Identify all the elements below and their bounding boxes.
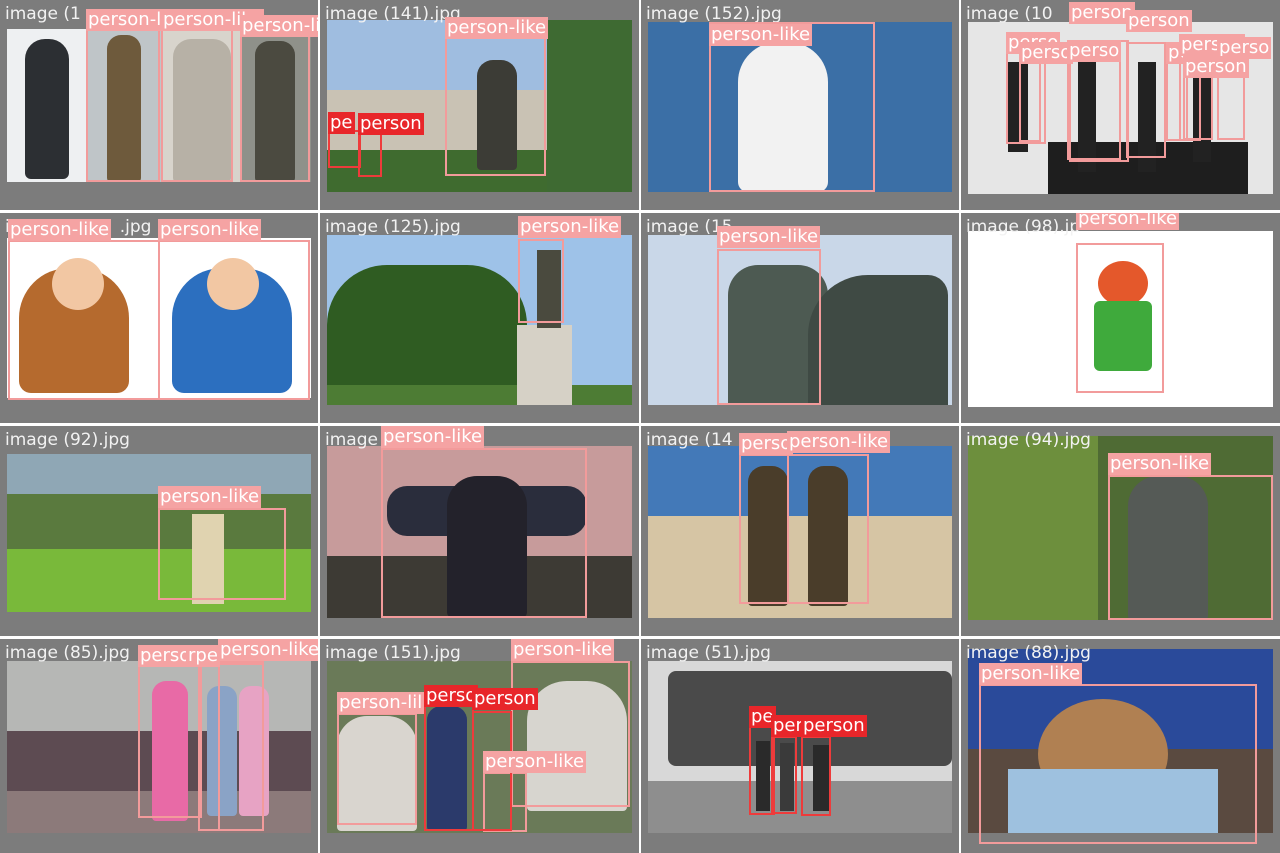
detection-label: person-like: [158, 486, 262, 508]
detection-label: person-like: [511, 639, 615, 661]
detection-box: [1076, 243, 1164, 393]
detection-label: person-like: [445, 17, 549, 39]
detection-box: [1067, 60, 1121, 160]
image-filename: image: [325, 430, 378, 450]
detection-label: person-like: [8, 219, 112, 241]
image-filename: image (88).jpg: [966, 643, 1091, 663]
detection-label: perso: [1067, 40, 1122, 62]
detection-label: person-like: [1076, 213, 1180, 230]
detection-box: [1019, 62, 1041, 142]
detection-box: [518, 239, 564, 323]
photo: [648, 661, 952, 833]
detection-label: person-like: [787, 431, 891, 453]
detection-label: person: [1183, 56, 1249, 78]
detection-label: perso: [739, 433, 794, 455]
detection-box: [445, 35, 546, 176]
detection-box: [86, 29, 160, 182]
image-filename: image (94).jpg: [966, 430, 1091, 450]
detection-label: person: [1126, 10, 1192, 32]
detection-box: [158, 240, 310, 400]
detection-box: [979, 684, 1257, 844]
image-filename: image (152).jpg: [646, 4, 782, 24]
detection-label: person-like: [483, 751, 587, 773]
detection-box: [787, 454, 869, 604]
detection-box: [424, 705, 474, 831]
detection-box: [138, 663, 202, 818]
detection-label: per: [771, 715, 805, 737]
detection-label: perso: [424, 685, 479, 707]
detection-label: person-like: [979, 663, 1083, 685]
detection-label: person-like: [158, 219, 262, 241]
detection-box: [337, 713, 417, 825]
detection-label: person-lil: [337, 692, 425, 714]
detection-label: person: [358, 113, 424, 135]
grid-cell-7: image (15 person-like: [641, 213, 959, 423]
detection-label: person-like: [381, 426, 485, 448]
detection-label: rpe: [186, 645, 220, 667]
detection-label: person-like: [240, 15, 318, 37]
detection-label: perso: [1019, 42, 1074, 64]
detection-box: [381, 448, 587, 618]
detection-box: [771, 736, 797, 814]
image-filename: image (14: [646, 430, 733, 450]
grid-cell-11: image (14 perso person-like: [641, 426, 959, 636]
detection-box: [801, 736, 831, 816]
detection-box: [328, 130, 361, 168]
grid-cell-9: image (92).jpg person-like: [0, 426, 318, 636]
image-filename: image (85).jpg: [5, 643, 130, 663]
grid-cell-16: image (88).jpg person-like: [961, 639, 1280, 853]
detection-box: [8, 240, 160, 400]
detection-box: [158, 508, 286, 600]
detection-label: person: [801, 715, 867, 737]
detection-box: [1126, 42, 1166, 158]
image-filename: image (51).jpg: [646, 643, 771, 663]
image-filename: image (92).jpg: [5, 430, 130, 450]
grid-cell-2: image (141).jpg person-like pe person: [320, 0, 639, 210]
image-filename: image (10: [966, 4, 1053, 24]
grid-cell-3: image (152).jpg person-like: [641, 0, 959, 210]
image-filename: image (1: [5, 4, 81, 24]
grid-cell-13: image (85).jpg perso rpe person-like: [0, 639, 318, 853]
grid-cell-1: image (1 person-like person-like person-…: [0, 0, 318, 210]
detection-label: perso: [138, 645, 193, 667]
detection-label: person-like: [709, 24, 813, 46]
detection-box: [511, 661, 630, 807]
detection-box: [240, 35, 310, 182]
detection-label: person: [472, 688, 538, 710]
grid-cell-4: image (10 perso perso person perso perso…: [961, 0, 1280, 210]
grid-cell-15: image (51).jpg pe per person: [641, 639, 959, 853]
detection-box: [709, 22, 875, 192]
image-filename: image (98).jp: [966, 217, 1081, 237]
grid-cell-8: image (98).jp person-like: [961, 213, 1280, 423]
detection-label: person: [1069, 2, 1135, 24]
detection-label: person-like: [518, 216, 622, 238]
detection-label: person-like: [218, 639, 318, 661]
photo: [327, 235, 632, 405]
grid-cell-6: image (125).jpg person-like: [320, 213, 639, 423]
grid-cell-5: i.jpg person-like person-like: [0, 213, 318, 423]
image-filename: image (151).jpg: [325, 643, 461, 663]
image-filename: image (125).jpg: [325, 217, 461, 237]
grid-cell-14: image (151).jpg person-like person-like …: [320, 639, 639, 853]
detection-box: [218, 661, 264, 831]
detection-label: pe: [328, 112, 355, 134]
detection-box: [161, 29, 233, 182]
detection-box: [739, 454, 789, 604]
grid-cell-12: image (94).jpg person-like: [961, 426, 1280, 636]
detection-box: [717, 249, 821, 405]
detection-label: person-like: [717, 226, 821, 248]
detection-box: [1108, 475, 1273, 620]
detection-label: person-like: [1108, 453, 1212, 475]
grid-cell-10: image person-like: [320, 426, 639, 636]
image-filename: image (141).jpg: [325, 4, 461, 24]
